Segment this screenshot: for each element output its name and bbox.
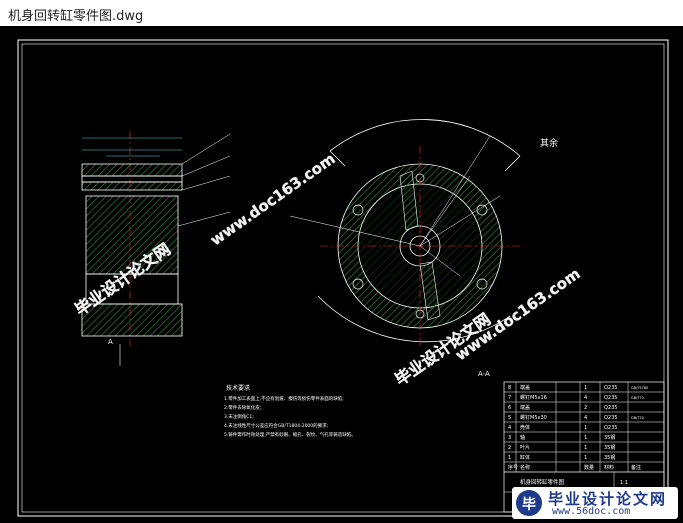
tech-req-line-4: 4.未注线性尺寸公差应符合GB/T1804-2000的要求; <box>224 422 328 429</box>
svg-text:1: 1 <box>584 445 587 451</box>
svg-text:35钢: 35钢 <box>604 434 615 441</box>
svg-text:5: 5 <box>508 415 511 421</box>
site-logo-badge[interactable]: 毕 毕业设计论文网 www.56doc.com <box>512 487 678 519</box>
roughness-note: 其余 <box>540 137 558 149</box>
svg-text:6: 6 <box>508 405 511 411</box>
tech-req-line-3: 3.未注倒角C1; <box>224 413 254 420</box>
tech-req-line-5: 5.铸件需作时效处理,严禁有砂眼、缩孔、裂纹、气孔等铸造缺陷。 <box>224 431 356 438</box>
svg-text:GB/T70: GB/T70 <box>631 396 644 400</box>
svg-text:1: 1 <box>584 425 587 431</box>
tech-req-line-1: 1.零件加工表面上,不应有划痕、擦伤等损伤零件表面的缺陷; <box>224 395 344 402</box>
section-marker-left: A <box>108 338 113 346</box>
svg-text:4: 4 <box>584 395 587 401</box>
svg-text:序号: 序号 <box>508 464 518 471</box>
cad-canvas[interactable]: A 其余 A-A 技术要求 1.零件加工表面上,不应有划痕、擦伤等损伤零件表面的… <box>0 26 683 523</box>
title-block-name: 机身回转缸零件图 <box>520 478 565 486</box>
svg-text:1: 1 <box>584 385 587 391</box>
window-title: 机身回转缸零件图.dwg <box>8 9 144 24</box>
site-logo-icon: 毕 <box>516 490 542 516</box>
svg-text:35钢: 35钢 <box>604 444 615 451</box>
svg-text:Q235: Q235 <box>604 405 617 411</box>
svg-text:2: 2 <box>584 405 587 411</box>
svg-text:备注: 备注 <box>631 464 641 471</box>
svg-text:Q235: Q235 <box>604 385 617 391</box>
svg-text:2: 2 <box>508 445 511 451</box>
svg-text:Q235: Q235 <box>604 415 617 421</box>
svg-text:材料: 材料 <box>604 464 614 471</box>
svg-text:壳体: 壳体 <box>520 424 530 431</box>
svg-text:8: 8 <box>508 385 511 391</box>
svg-text:轴: 轴 <box>520 434 525 441</box>
svg-text:端盖: 端盖 <box>520 384 530 391</box>
title-block-scale: 1:1 <box>620 480 628 486</box>
svg-text:数量: 数量 <box>584 464 594 471</box>
svg-text:端盖: 端盖 <box>520 404 530 411</box>
svg-text:1: 1 <box>584 435 587 441</box>
svg-text:1: 1 <box>508 455 511 461</box>
cad-drawing: A 其余 A-A 技术要求 1.零件加工表面上,不应有划痕、擦伤等损伤零件表面的… <box>17 39 669 517</box>
window-titlebar: 机身回转缸零件图.dwg <box>0 0 683 26</box>
svg-text:7: 7 <box>508 395 511 401</box>
site-logo-url: www.56doc.com <box>552 506 631 517</box>
svg-text:螺钉M5x30: 螺钉M5x30 <box>520 414 547 421</box>
svg-text:GB/T70: GB/T70 <box>631 416 644 420</box>
svg-text:35钢: 35钢 <box>604 454 615 461</box>
svg-text:1: 1 <box>584 455 587 461</box>
section-label: A-A <box>478 370 490 378</box>
svg-text:螺钉M5x16: 螺钉M5x16 <box>520 394 547 401</box>
tech-req-line-2: 2.零件去除氧化皮; <box>224 404 261 411</box>
svg-text:叶片: 叶片 <box>520 444 530 451</box>
svg-text:4: 4 <box>508 425 511 431</box>
watermark-url-1: www.doc163.com <box>207 150 339 250</box>
svg-text:缸体: 缸体 <box>520 454 530 461</box>
svg-text:4: 4 <box>584 415 587 421</box>
svg-text:Q235: Q235 <box>604 425 617 431</box>
svg-text:GB/T5782: GB/T5782 <box>631 386 648 390</box>
tech-req-title: 技术要求 <box>226 384 250 392</box>
svg-text:3: 3 <box>508 435 511 441</box>
svg-text:Q235: Q235 <box>604 395 617 401</box>
svg-text:名称: 名称 <box>520 464 530 471</box>
technical-requirements: 技术要求 1.零件加工表面上,不应有划痕、擦伤等损伤零件表面的缺陷; 2.零件去… <box>224 384 356 438</box>
